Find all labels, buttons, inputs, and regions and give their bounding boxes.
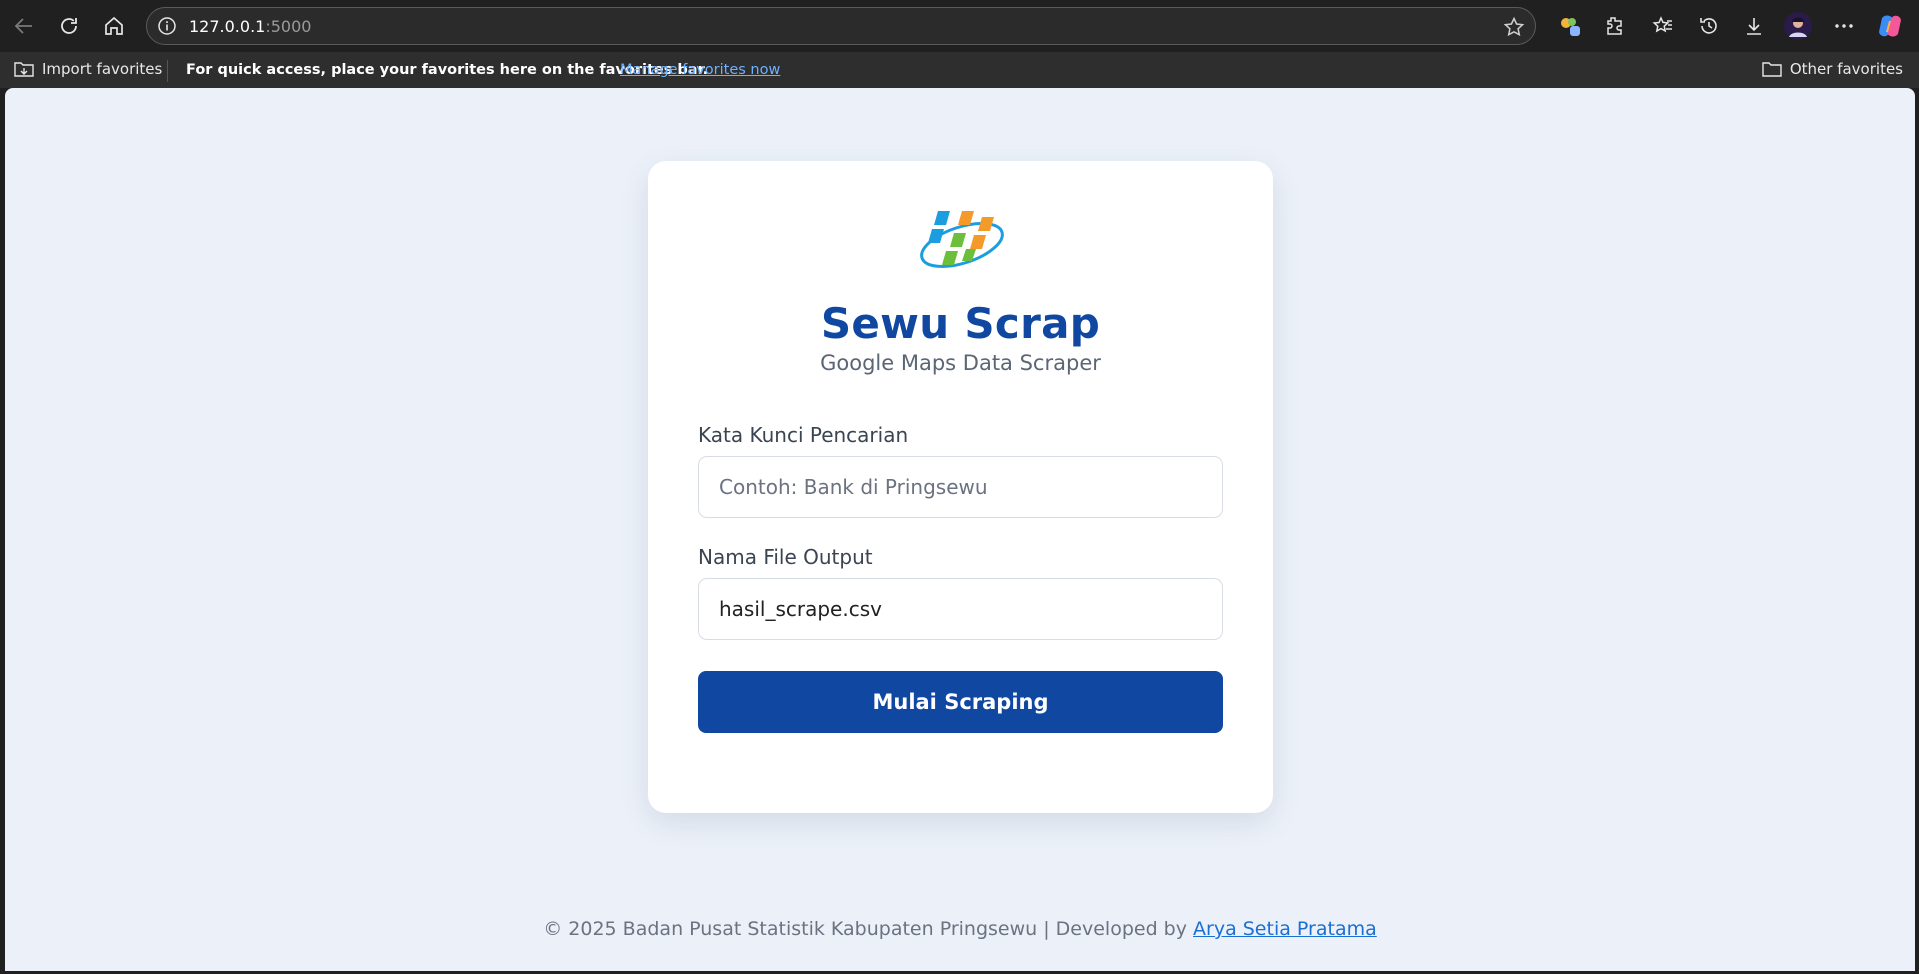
bps-logo-icon [920, 211, 1004, 268]
other-favorites-label: Other favorites [1789, 60, 1903, 78]
more-menu-icon[interactable] [1828, 10, 1860, 42]
url-text[interactable]: 127.0.0.1:5000 [189, 17, 311, 36]
copilot-icon[interactable] [1874, 10, 1906, 42]
copilot-vision-icon[interactable] [1554, 10, 1586, 42]
favorites-bar: Import favorites For quick access, place… [0, 52, 1919, 88]
app-subtitle: Google Maps Data Scraper [820, 351, 1101, 375]
profile-avatar[interactable] [1782, 10, 1814, 42]
import-folder-icon [14, 62, 34, 77]
url-host: 127.0.0.1 [189, 17, 266, 36]
downloads-icon[interactable] [1738, 10, 1770, 42]
author-link[interactable]: Arya Setia Pratama [1193, 918, 1377, 940]
site-info-icon[interactable] [157, 16, 177, 41]
keyword-input[interactable] [698, 456, 1223, 518]
filename-input[interactable] [698, 578, 1223, 640]
extensions-icon[interactable] [1598, 10, 1630, 42]
app-title: Sewu Scrap [820, 299, 1101, 348]
favorites-icon[interactable] [1647, 10, 1679, 42]
home-icon [105, 16, 123, 35]
filename-label: Nama File Output [698, 545, 873, 569]
footer-copyright: © 2025 Badan Pusat Statistik Kabupaten P… [543, 918, 1194, 940]
import-favorites-label: Import favorites [42, 60, 163, 78]
page-footer: © 2025 Badan Pusat Statistik Kabupaten P… [5, 918, 1915, 940]
history-icon[interactable] [1693, 10, 1725, 42]
import-favorites-button[interactable]: Import favorites [14, 60, 162, 78]
refresh-icon [61, 18, 77, 34]
favorite-star-icon[interactable] [1503, 16, 1525, 43]
home-button[interactable] [98, 10, 130, 42]
favorites-separator [167, 60, 168, 82]
back-arrow-icon [14, 18, 32, 34]
start-scraping-button[interactable]: Mulai Scraping [698, 671, 1223, 733]
browser-toolbar: 127.0.0.1:5000 [0, 0, 1919, 52]
other-favorites-button[interactable]: Other favorites [1762, 60, 1903, 78]
scraper-form-card: Sewu Scrap Google Maps Data Scraper Kata… [648, 161, 1273, 813]
refresh-button[interactable] [53, 10, 85, 42]
url-port: :5000 [265, 17, 312, 36]
page-viewport: Sewu Scrap Google Maps Data Scraper Kata… [5, 88, 1915, 971]
address-bar[interactable]: 127.0.0.1:5000 [146, 7, 1536, 45]
keyword-label: Kata Kunci Pencarian [698, 423, 909, 447]
folder-icon [1762, 62, 1782, 77]
manage-favorites-link[interactable]: Manage favorites now [620, 62, 780, 78]
back-button[interactable] [8, 10, 40, 42]
